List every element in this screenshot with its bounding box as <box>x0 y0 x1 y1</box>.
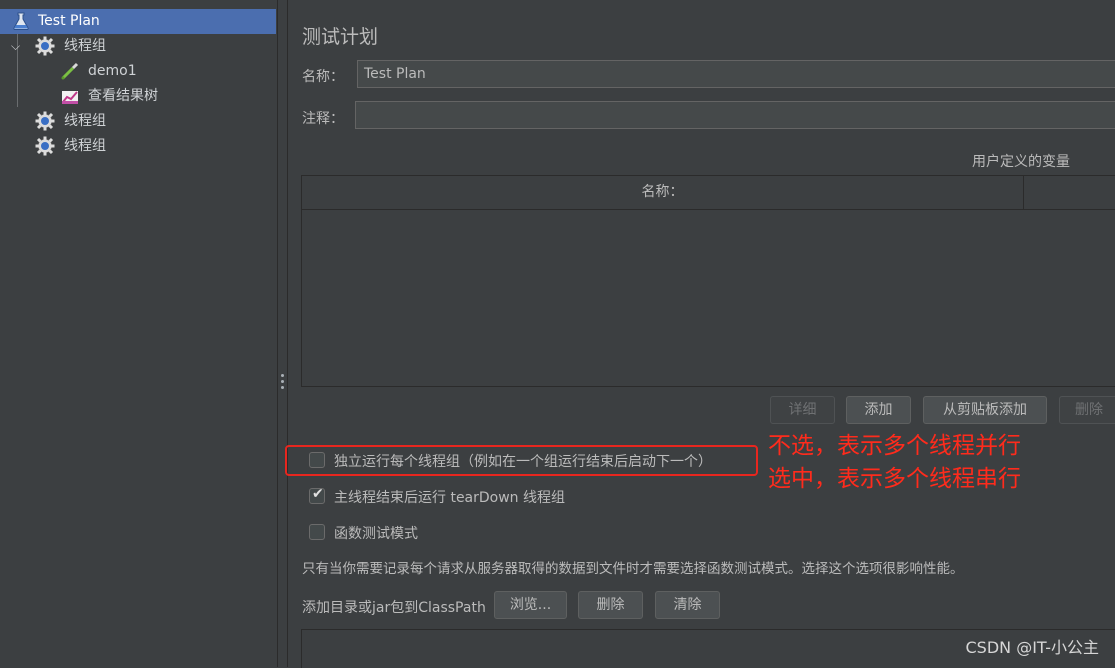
teardown-on-shutdown-checkbox[interactable]: ✔ <box>309 486 325 504</box>
tree-item-thread-group[interactable]: 线程组 <box>0 134 276 159</box>
browse-button[interactable]: 浏览... <box>494 591 567 619</box>
tree-item-label: 查看结果树 <box>88 88 158 104</box>
grip-dot <box>281 374 284 377</box>
delete-button[interactable]: 删除 <box>1059 396 1115 424</box>
user-variables-table[interactable]: 名称： <box>301 175 1115 387</box>
test-plan-tree: Test Plan ⌵ 线程组 demo1 查看结果树 线程组 线程组 <box>0 0 278 667</box>
teardown-on-shutdown-label: 主线程结束后运行 tearDown 线程组 <box>334 490 566 506</box>
chart-icon <box>60 86 80 106</box>
classpath-delete-button[interactable]: 删除 <box>578 591 643 619</box>
watermark: CSDN @IT-小公主 <box>965 638 1099 657</box>
comment-field[interactable] <box>355 101 1115 129</box>
split-pane-divider[interactable] <box>278 0 288 667</box>
grip-dot <box>281 386 284 389</box>
classpath-label: 添加目录或jar包到ClassPath <box>302 600 486 616</box>
annotation-line-1: 不选，表示多个线程并行 <box>768 433 1021 459</box>
add-button[interactable]: 添加 <box>846 396 911 424</box>
grip-dot <box>281 380 284 383</box>
tree-item-demo1[interactable]: demo1 <box>0 59 276 84</box>
functional-mode-checkbox[interactable] <box>309 524 325 540</box>
tree-item-test-plan[interactable]: Test Plan <box>0 9 276 34</box>
tree-item-view-results-tree[interactable]: 查看结果树 <box>0 84 276 109</box>
detail-button[interactable]: 详细 <box>770 396 835 424</box>
functional-mode-note: 只有当你需要记录每个请求从服务器取得的数据到文件时才需要选择函数测试模式。选择这… <box>302 561 964 577</box>
highlight-box <box>285 445 758 476</box>
tree-item-label: 线程组 <box>64 38 106 54</box>
pipette-icon <box>60 61 80 81</box>
tree-item-label: Test Plan <box>38 13 100 29</box>
gear-icon <box>35 136 55 156</box>
annotation-line-2: 选中，表示多个线程串行 <box>768 466 1021 492</box>
user-variables-label: 用户定义的变量 <box>972 154 1070 170</box>
page-title: 测试计划 <box>302 26 379 48</box>
tree-item-label: demo1 <box>88 63 137 79</box>
gear-icon <box>35 111 55 131</box>
column-header-name[interactable]: 名称： <box>302 176 1023 209</box>
test-plan-panel: 测试计划 名称： Test Plan 注释： 用户定义的变量 名称： 详细 添加… <box>288 0 1115 668</box>
tree-item-label: 线程组 <box>64 113 106 129</box>
checkmark-icon: ✔ <box>312 486 324 502</box>
add-from-clipboard-button[interactable]: 从剪贴板添加 <box>923 396 1047 424</box>
column-divider <box>1023 176 1024 209</box>
classpath-clear-button[interactable]: 清除 <box>655 591 720 619</box>
table-header: 名称： <box>302 176 1115 210</box>
comment-label: 注释： <box>302 111 344 127</box>
tree-item-thread-group[interactable]: ⌵ 线程组 <box>0 34 276 59</box>
functional-mode-label: 函数测试模式 <box>334 526 418 542</box>
tree-item-thread-group[interactable]: 线程组 <box>0 109 276 134</box>
name-label: 名称： <box>302 69 344 85</box>
chevron-down-icon[interactable]: ⌵ <box>11 34 20 59</box>
gear-icon <box>35 36 55 56</box>
name-field[interactable]: Test Plan <box>357 60 1115 88</box>
tree-item-label: 线程组 <box>64 138 106 154</box>
test-plan-icon <box>11 11 31 31</box>
